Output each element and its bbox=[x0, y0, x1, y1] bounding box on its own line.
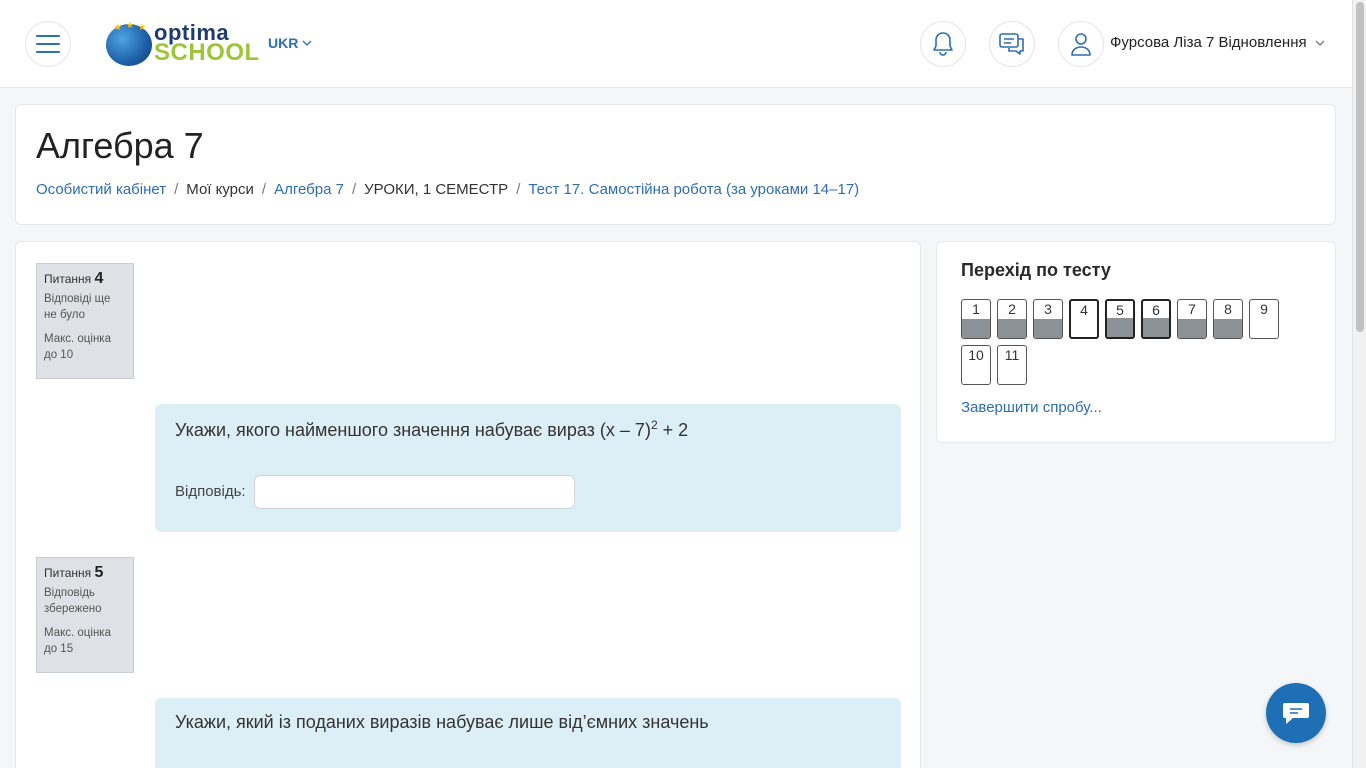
username-label: Фурсова Ліза 7 Відновлення bbox=[1110, 34, 1307, 51]
question-number: Питання 5 bbox=[44, 564, 104, 581]
quiz-navigation-block: Перехід по тесту 1 2 3 4 5 6 7 8 9 10 11 Завершити… bbox=[936, 241, 1336, 443]
answered-indicator bbox=[1034, 319, 1062, 338]
quiz-nav-button-5[interactable]: 5 bbox=[1105, 299, 1135, 339]
logo-text-bottom: SCHOOL bbox=[154, 39, 260, 66]
star-icon: ★ bbox=[114, 22, 123, 32]
question-box-5: Укажи, який із поданих виразів набуває л… bbox=[155, 698, 901, 768]
language-selector[interactable]: UKR bbox=[268, 35, 312, 51]
breadcrumb-separator: / bbox=[174, 181, 179, 198]
answered-indicator bbox=[962, 319, 990, 338]
quiz-nav-button-4[interactable]: 4 bbox=[1069, 299, 1099, 339]
finish-attempt-link[interactable]: Завершити спробу... bbox=[961, 399, 1102, 416]
user-icon bbox=[1071, 33, 1091, 56]
notifications-button[interactable] bbox=[920, 21, 966, 67]
quiz-main-region: Питання 4 Відповіді ще не було Макс. оці… bbox=[15, 241, 921, 768]
support-chat-button[interactable] bbox=[1266, 683, 1326, 743]
breadcrumb-separator: / bbox=[516, 181, 521, 198]
breadcrumb: Особистий кабінет / Мої курси / Алгебра … bbox=[36, 181, 859, 198]
language-label: UKR bbox=[268, 35, 299, 51]
question-text: Укажи, якого найменшого значення набуває… bbox=[175, 418, 689, 440]
breadcrumb-item-section: УРОКИ, 1 СЕМЕСТР bbox=[364, 181, 509, 198]
quiz-nav-button-1[interactable]: 1 bbox=[961, 299, 991, 339]
bell-icon bbox=[933, 32, 953, 56]
breadcrumb-link-dashboard[interactable]: Особистий кабінет bbox=[36, 181, 166, 198]
question-info-5: Питання 5 Відповідь збережено Макс. оцін… bbox=[36, 557, 134, 673]
user-menu[interactable]: Фурсова Ліза 7 Відновлення bbox=[1110, 34, 1325, 51]
quiz-nav-button-label: 9 bbox=[1260, 301, 1268, 317]
quiz-nav-button-label: 2 bbox=[1008, 301, 1016, 317]
answered-indicator bbox=[1214, 319, 1242, 338]
quiz-navigation-title: Перехід по тесту bbox=[961, 260, 1111, 280]
user-avatar[interactable] bbox=[1058, 21, 1104, 67]
chat-icon bbox=[999, 33, 1024, 55]
question-info-4: Питання 4 Відповіді ще не було Макс. оці… bbox=[36, 263, 134, 379]
quiz-nav-button-2[interactable]: 2 bbox=[997, 299, 1027, 339]
chevron-down-icon bbox=[1315, 40, 1325, 46]
breadcrumb-item-my-courses: Мої курси bbox=[186, 181, 254, 198]
quiz-nav-button-label: 7 bbox=[1188, 301, 1196, 317]
quiz-nav-button-label: 5 bbox=[1116, 302, 1124, 318]
page-header: Алгебра 7 Особистий кабінет / Мої курси … bbox=[15, 104, 1336, 225]
top-navbar: ★ ★ ★ optima SCHOOL UKR Фурсова Ліза 7 В… bbox=[0, 0, 1352, 88]
page-scrollbar[interactable] bbox=[1352, 0, 1366, 768]
breadcrumb-link-course[interactable]: Алгебра 7 bbox=[274, 181, 344, 198]
answer-input[interactable] bbox=[254, 475, 575, 509]
optima-school-logo[interactable]: ★ ★ ★ optima SCHOOL bbox=[106, 20, 259, 68]
hamburger-icon bbox=[36, 35, 60, 53]
answered-indicator bbox=[1178, 319, 1206, 338]
question-status: Відповіді ще не було bbox=[44, 293, 111, 321]
page-title: Алгебра 7 bbox=[36, 125, 204, 166]
question-number: Питання 4 bbox=[44, 270, 104, 287]
quiz-nav-button-11[interactable]: 11 bbox=[997, 345, 1027, 385]
question-text: Укажи, який із поданих виразів набуває л… bbox=[175, 712, 709, 732]
breadcrumb-separator: / bbox=[351, 181, 357, 198]
quiz-nav-button-label: 3 bbox=[1044, 301, 1052, 317]
quiz-nav-button-10[interactable]: 10 bbox=[961, 345, 991, 385]
chevron-down-icon bbox=[302, 40, 312, 46]
question-max-grade: Макс. оцінка до 10 bbox=[44, 333, 111, 361]
quiz-nav-button-label: 8 bbox=[1224, 301, 1232, 317]
answered-indicator bbox=[1107, 318, 1133, 337]
quiz-nav-button-3[interactable]: 3 bbox=[1033, 299, 1063, 339]
messages-button[interactable] bbox=[989, 21, 1035, 67]
quiz-nav-button-9[interactable]: 9 bbox=[1249, 299, 1279, 339]
scrollbar-thumb[interactable] bbox=[1356, 2, 1364, 332]
answered-indicator bbox=[998, 319, 1026, 338]
quiz-nav-button-label: 1 bbox=[972, 301, 980, 317]
question-box-4: Укажи, якого найменшого значення набуває… bbox=[155, 404, 901, 532]
question-status: Відповідь збережено bbox=[44, 587, 102, 615]
star-icon: ★ bbox=[138, 22, 147, 32]
answered-indicator bbox=[1143, 318, 1169, 337]
quiz-nav-button-label: 10 bbox=[968, 347, 984, 363]
breadcrumb-separator: / bbox=[261, 181, 267, 198]
star-icon: ★ bbox=[126, 20, 135, 30]
breadcrumb-link-test[interactable]: Тест 17. Самостійна робота (за уроками 1… bbox=[528, 181, 859, 198]
answer-label: Відповідь: bbox=[175, 483, 246, 500]
quiz-nav-button-label: 4 bbox=[1080, 302, 1088, 318]
question-max-grade: Макс. оцінка до 15 bbox=[44, 627, 111, 655]
quiz-nav-button-8[interactable]: 8 bbox=[1213, 299, 1243, 339]
quiz-nav-button-6[interactable]: 6 bbox=[1141, 299, 1171, 339]
quiz-nav-button-7[interactable]: 7 bbox=[1177, 299, 1207, 339]
menu-toggle-button[interactable] bbox=[25, 21, 71, 67]
quiz-nav-button-label: 6 bbox=[1152, 302, 1160, 318]
chat-bubble-icon bbox=[1283, 703, 1309, 724]
quiz-nav-button-label: 11 bbox=[1004, 347, 1020, 363]
